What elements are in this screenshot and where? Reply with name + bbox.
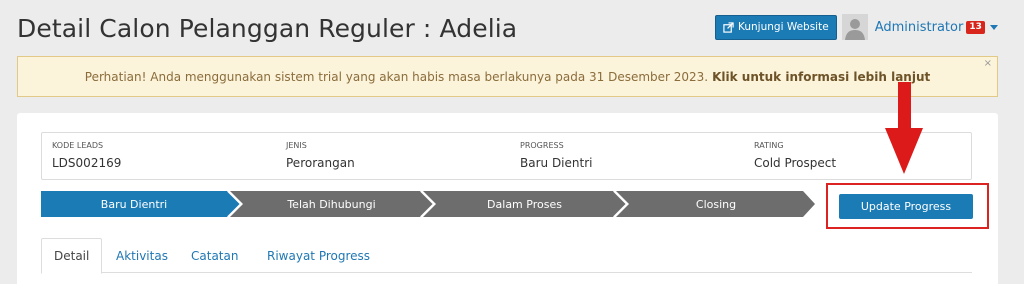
info-kode-leads: KODE LEADS LDS002169 [52,141,121,170]
tab-detail[interactable]: Detail [41,238,103,274]
annotation-highlight-box [826,183,989,229]
tab-catatan[interactable]: Catatan [191,238,238,273]
info-label: KODE LEADS [52,141,104,150]
user-menu[interactable]: Administrator 13 [875,20,998,35]
tab-riwayat-progress[interactable]: Riwayat Progress [267,238,370,273]
info-rating: RATING Cold Prospect [754,141,836,170]
user-name: Administrator [874,19,964,35]
external-link-icon [723,21,734,33]
info-jenis: JENIS Perorangan [286,141,355,170]
info-progress: PROGRESS Baru Dientri [520,141,592,170]
info-label: RATING [754,141,784,150]
alert-message: Perhatian! Anda menggunakan sistem trial… [84,69,709,84]
info-label: JENIS [286,141,307,150]
annotation-arrow-icon [885,82,923,174]
close-icon[interactable]: × [984,59,992,69]
info-value: Baru Dientri [520,156,593,170]
detail-panel: KODE LEADS LDS002169 JENIS Perorangan PR… [17,113,998,284]
visit-website-button[interactable]: Kunjungi Website [715,14,837,40]
topbar: Kunjungi Website Administrator 13 [715,14,998,40]
tab-aktivitas[interactable]: Aktivitas [116,238,168,273]
step-baru-dientri[interactable]: Baru Dientri [41,191,227,217]
step-telah-dihubungi[interactable]: Telah Dihubungi [243,191,420,217]
info-value: Perorangan [286,156,355,170]
avatar[interactable] [841,14,868,40]
step-dalam-proses[interactable]: Dalam Proses [436,191,613,217]
progress-stepper: Baru Dientri Telah Dihubungi Dalam Prose… [41,191,815,217]
step-closing[interactable]: Closing [629,191,803,217]
chevron-down-icon [989,24,998,30]
info-box: KODE LEADS LDS002169 JENIS Perorangan PR… [41,132,972,180]
notification-badge: 13 [966,20,985,34]
info-label: PROGRESS [520,141,564,150]
info-value: LDS002169 [52,156,122,170]
user-silhouette-icon [841,14,868,40]
trial-alert: Perhatian! Anda menggunakan sistem trial… [17,56,998,97]
info-value: Cold Prospect [754,156,837,170]
tab-bar: Detail Aktivitas Catatan Riwayat Progres… [41,238,972,274]
page-title: Detail Calon Pelanggan Reguler : Adelia [17,14,518,43]
visit-website-label: Kunjungi Website [738,21,829,33]
